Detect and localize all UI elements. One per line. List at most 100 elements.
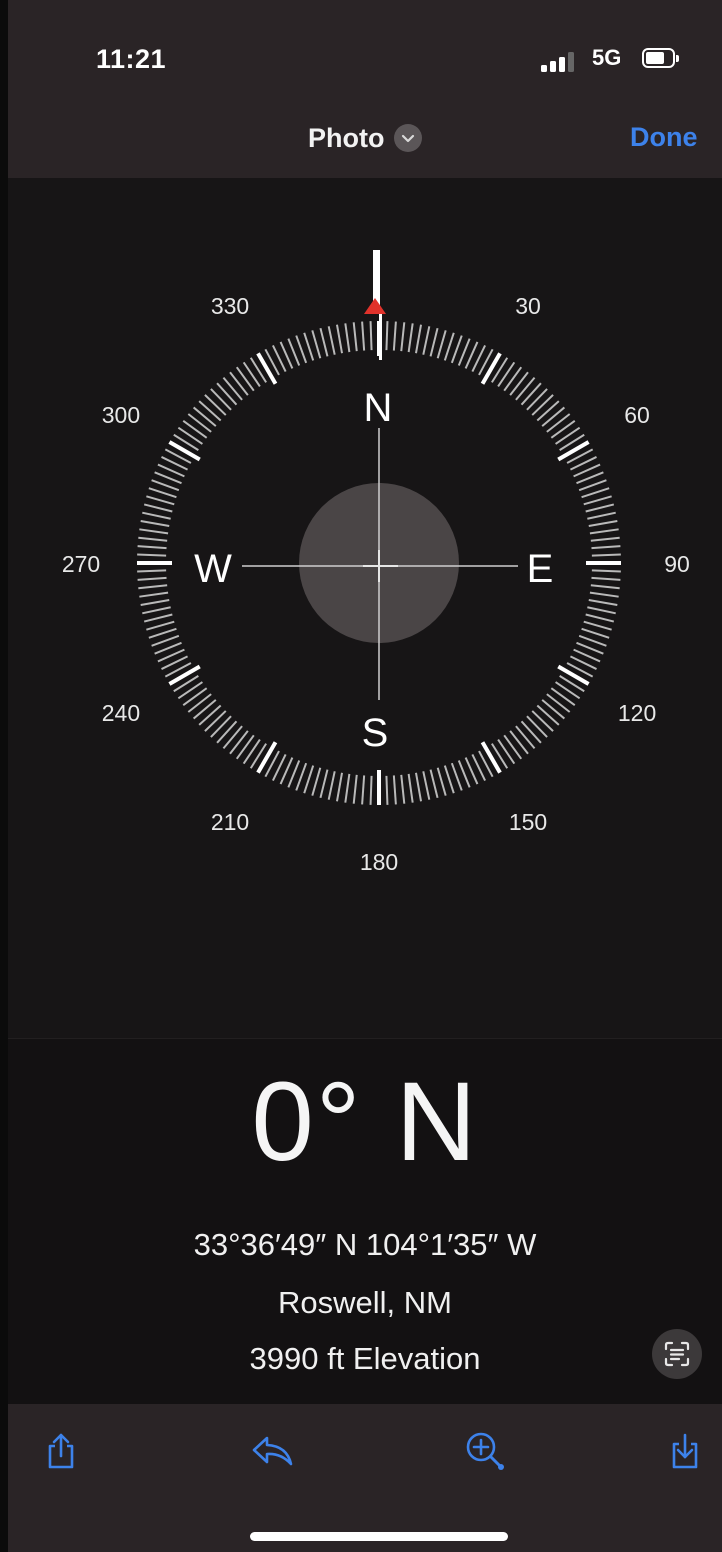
degree-label-270: 270 xyxy=(62,551,100,577)
compass-tick xyxy=(415,772,423,802)
compass-tick xyxy=(509,730,529,755)
compass-tick xyxy=(216,720,238,744)
compass-tick xyxy=(168,664,201,686)
compass-tick xyxy=(591,545,621,550)
compass-tick xyxy=(480,741,502,774)
compass-tick xyxy=(546,693,571,713)
compass-tick xyxy=(242,739,261,765)
compass-tick xyxy=(587,511,616,520)
share-button[interactable] xyxy=(36,1426,86,1476)
compass-tick xyxy=(216,382,238,406)
compass-tick xyxy=(531,394,554,416)
live-text-button[interactable] xyxy=(652,1329,702,1379)
compass-tick xyxy=(187,413,212,433)
zoom-in-icon xyxy=(466,1432,504,1470)
compass-tick xyxy=(591,553,621,557)
save-button[interactable] xyxy=(660,1426,710,1476)
bottom-toolbar xyxy=(8,1404,722,1552)
status-bar: 11:21 5G xyxy=(8,0,722,100)
compass-tick xyxy=(142,606,171,615)
cardinal-west: W xyxy=(194,547,232,591)
compass-tick xyxy=(515,376,536,401)
status-time: 11:21 xyxy=(96,44,167,74)
compass-tick xyxy=(177,426,203,445)
compass-tick xyxy=(369,775,373,805)
navigation-bar: Photo Done xyxy=(8,100,722,178)
compass-tick xyxy=(436,767,447,796)
compass-tick xyxy=(143,503,173,513)
compass-tick xyxy=(588,519,618,527)
compass-tick xyxy=(443,765,455,794)
live-text-icon xyxy=(664,1341,690,1367)
compass-tick xyxy=(429,769,439,799)
compass-tick xyxy=(583,495,612,506)
compass-tick xyxy=(168,440,201,462)
heading-needle xyxy=(373,250,380,306)
compass-tick xyxy=(137,553,167,557)
done-button[interactable]: Done xyxy=(630,122,698,153)
compass-tick xyxy=(591,576,621,581)
save-download-icon xyxy=(672,1433,698,1469)
compass-tick xyxy=(187,693,212,713)
nav-title: Photo xyxy=(308,122,385,153)
compass-tick xyxy=(550,419,576,439)
compass-tick xyxy=(140,519,170,527)
compass-tick xyxy=(295,762,308,791)
photo-title-menu[interactable]: Photo xyxy=(308,120,423,156)
compass-tick xyxy=(229,730,249,755)
compass-tick xyxy=(146,620,175,631)
compass-tick xyxy=(429,327,439,357)
compass-tick xyxy=(352,774,358,804)
compass-tick xyxy=(400,774,406,804)
compass-tick xyxy=(210,388,232,411)
reply-button[interactable] xyxy=(248,1426,298,1476)
compass-tick xyxy=(229,371,249,396)
compass-dial: 30 60 90 120 150 180 210 240 270 300 330 N E S W xyxy=(62,250,690,875)
compass-tick xyxy=(400,322,406,352)
compass-tick xyxy=(515,725,536,750)
compass-tick xyxy=(520,382,542,406)
compass-tick xyxy=(503,734,523,760)
compass-tick xyxy=(256,741,278,774)
compass-tick xyxy=(509,371,529,396)
compass-tick xyxy=(581,487,610,499)
home-indicator[interactable] xyxy=(250,1532,508,1541)
compass-tick xyxy=(148,487,177,499)
degree-label-240: 240 xyxy=(102,700,140,726)
compass-view: 30 60 90 120 150 180 210 240 270 300 330 N E S W xyxy=(8,178,722,1038)
compass-tick xyxy=(526,388,548,411)
compass-tick xyxy=(335,772,343,802)
compass-tick xyxy=(222,376,243,401)
compass-tick xyxy=(541,406,566,427)
compass-tick xyxy=(587,606,616,615)
compass-tick xyxy=(557,440,590,462)
zoom-button[interactable] xyxy=(460,1426,510,1476)
compass-tick xyxy=(335,324,343,354)
compass-tick xyxy=(151,634,180,647)
compass-tick xyxy=(407,773,414,803)
compass-tick xyxy=(222,725,243,750)
degree-label-300: 300 xyxy=(102,402,140,428)
compass-tick xyxy=(311,767,322,796)
compass-tick xyxy=(143,613,173,623)
compass-tick xyxy=(550,687,576,707)
compass-tick xyxy=(536,400,560,422)
compass-tick xyxy=(204,710,227,732)
compass-tick xyxy=(210,715,232,738)
compass-tick xyxy=(531,710,554,732)
compass-tick xyxy=(392,321,397,351)
compass-tick xyxy=(361,321,366,351)
degree-label-90: 90 xyxy=(664,551,690,577)
compass-tick xyxy=(311,330,322,359)
compass-tick xyxy=(503,366,523,392)
degree-label-30: 30 xyxy=(515,293,541,319)
compass-tick xyxy=(352,322,358,352)
compass-tick xyxy=(557,664,590,686)
compass-tick xyxy=(235,734,255,760)
compass-tick xyxy=(182,687,208,707)
coordinates-text: 33°36′49″ N 104°1′35″ W xyxy=(193,1227,537,1262)
compass-tick xyxy=(327,771,336,800)
compass-tick xyxy=(235,366,255,392)
compass-tick xyxy=(591,569,621,573)
compass-tick xyxy=(436,330,447,359)
